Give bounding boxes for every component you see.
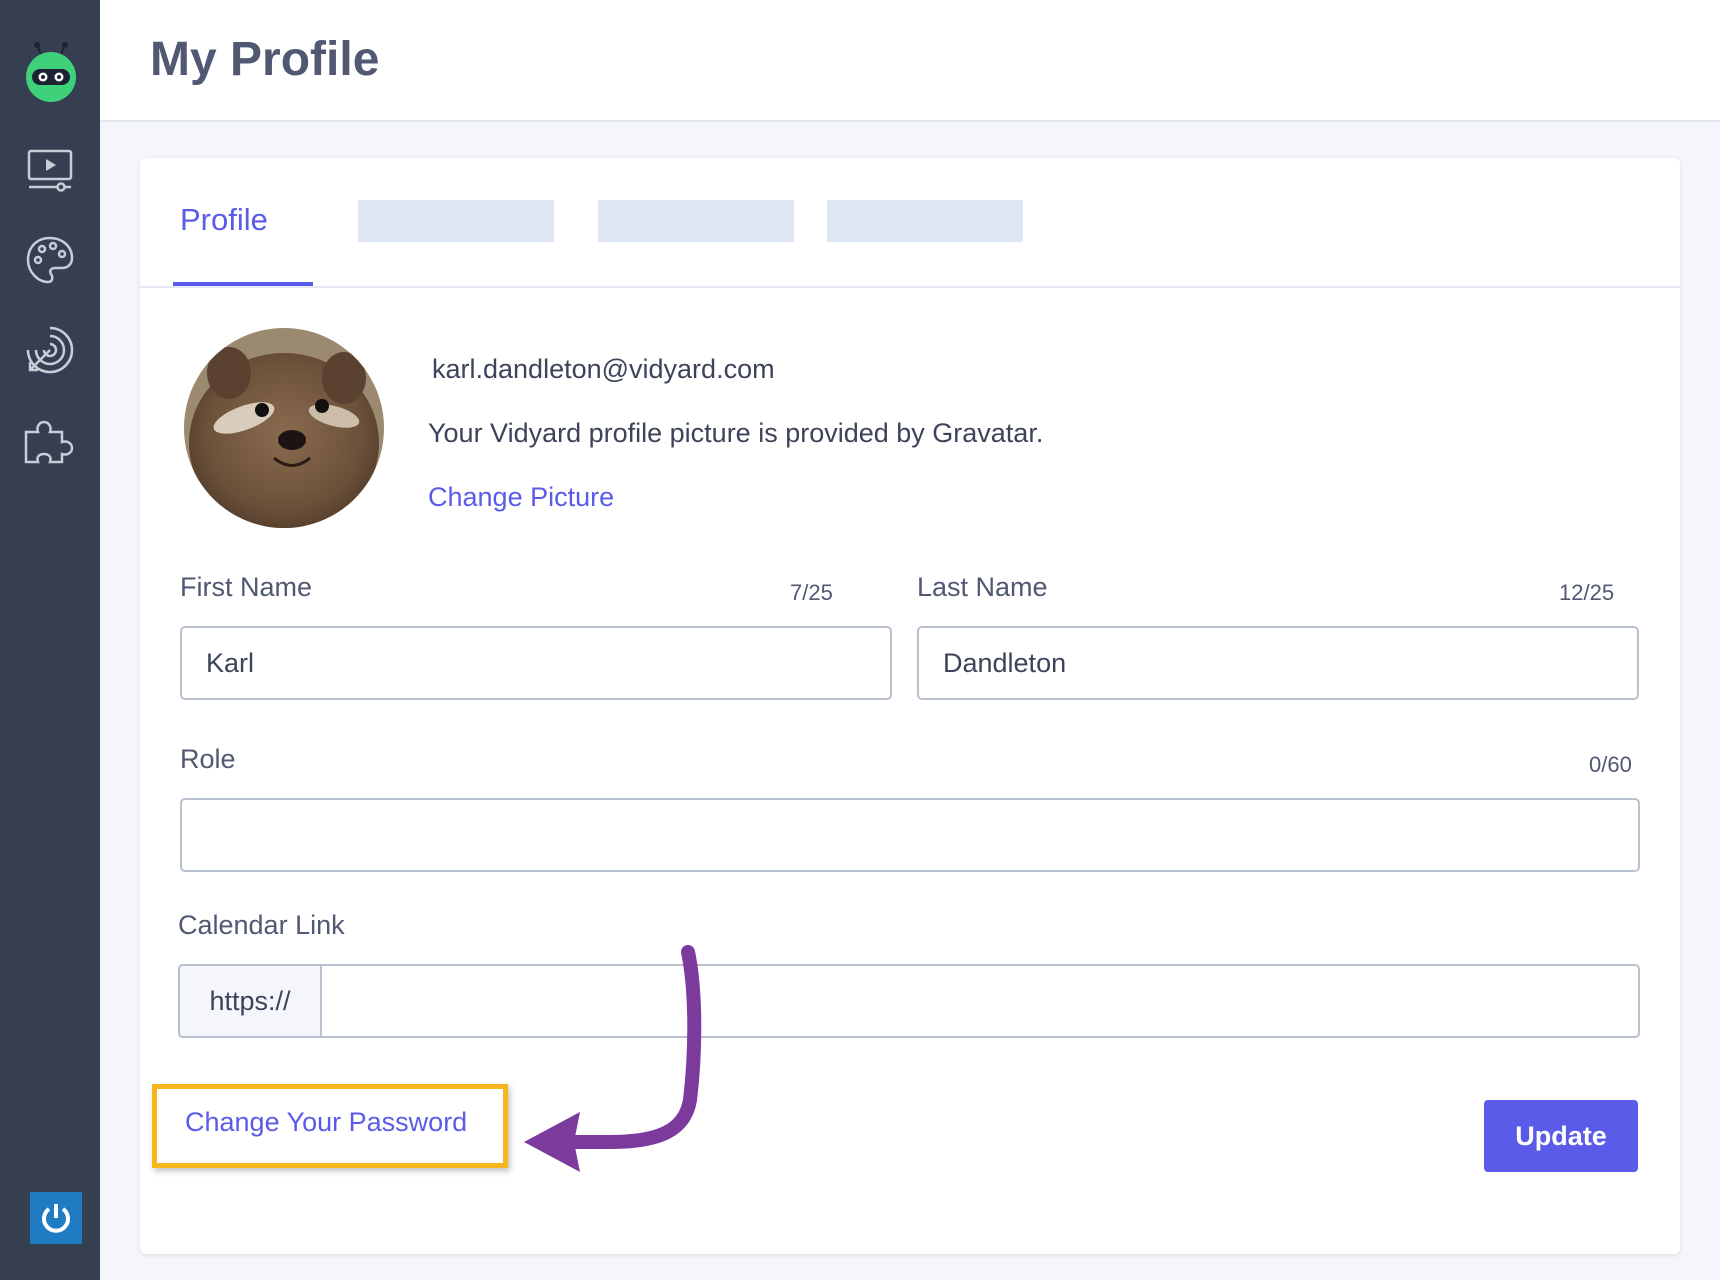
change-password-highlight: Change Your Password: [152, 1084, 508, 1168]
first-name-field[interactable]: Karl: [180, 626, 892, 700]
tab-profile-label: Profile: [180, 202, 268, 237]
last-name-label: Last Name: [917, 572, 1048, 602]
calendar-link-label: Calendar Link: [178, 910, 345, 940]
gravatar-note: Your Vidyard profile picture is provided…: [428, 418, 1044, 448]
power-icon[interactable]: [30, 1192, 82, 1244]
tab-placeholder-3[interactable]: [827, 200, 1023, 242]
puzzle-icon[interactable]: [20, 410, 80, 470]
tab-placeholder-2[interactable]: [598, 200, 794, 242]
target-icon[interactable]: [20, 320, 80, 380]
palette-icon[interactable]: [20, 230, 80, 290]
profile-card: Profile karl.dandleton@vidyard.com Your …: [140, 158, 1680, 1254]
logo-icon[interactable]: [24, 40, 78, 102]
tab-placeholder-1[interactable]: [358, 200, 554, 242]
page-title: My Profile: [150, 33, 380, 86]
calendar-link-field[interactable]: https://: [178, 964, 1640, 1038]
tab-profile[interactable]: Profile: [173, 158, 313, 286]
tab-bar: Profile: [140, 158, 1680, 288]
page-header: My Profile: [100, 0, 1720, 122]
video-icon[interactable]: [20, 140, 80, 200]
avatar: [184, 328, 384, 528]
update-button[interactable]: Update: [1484, 1100, 1638, 1172]
role-label: Role: [180, 744, 236, 774]
first-name-label: First Name: [180, 572, 313, 602]
role-field[interactable]: [180, 798, 1640, 872]
first-name-counter: 7/25: [790, 580, 833, 605]
change-picture-link[interactable]: Change Picture: [428, 482, 614, 513]
annotation-arrow-icon: [524, 945, 702, 1172]
last-name-field[interactable]: Dandleton: [917, 626, 1639, 700]
sidebar: [0, 0, 100, 1280]
user-email: karl.dandleton@vidyard.com: [432, 354, 775, 384]
last-name-counter: 12/25: [1559, 580, 1615, 605]
role-counter: 0/60: [1589, 752, 1632, 777]
url-prefix: https://: [178, 964, 322, 1038]
change-password-link[interactable]: Change Your Password: [185, 1107, 467, 1138]
